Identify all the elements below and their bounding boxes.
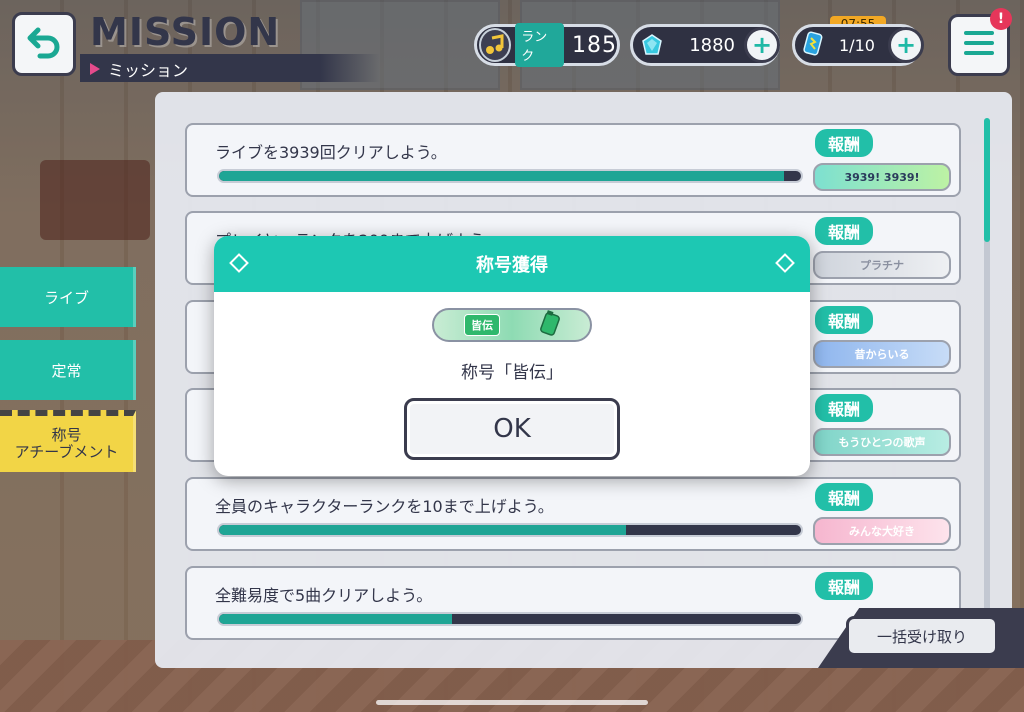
tab-title-achievement-label: 称号 アチーブメント [14,425,119,461]
page-subtitle-row: ミッション [90,57,188,81]
reward-label: 報酬 [815,306,873,334]
mission-progress-bar [217,169,803,183]
hamburger-icon [963,30,995,60]
tab-live-label: ライブ [43,288,89,307]
home-indicator[interactable] [376,700,648,705]
mission-item: ライブを3939回クリアしよう。 報酬 3939! 3939! [185,123,961,197]
scroll-thumb[interactable] [984,118,990,242]
tab-regular[interactable]: 定常 [0,340,136,400]
notification-badge: ! [990,8,1012,30]
triangle-icon [90,63,100,75]
progress-fill [219,614,452,624]
add-energy-button[interactable]: + [888,27,924,63]
title-plate: 皆伝 [432,308,592,342]
reward-title-badge[interactable]: プラチナ [813,251,951,279]
title-plate-tag: 皆伝 [464,314,500,336]
mission-item: 全難易度で5曲クリアしよう。 報酬 [185,566,961,640]
dialog-message: 称号「皆伝」 [461,363,563,383]
rank-label: ランク [515,23,564,67]
rank-display: ランク 185 [474,23,620,67]
reward-title-badge[interactable]: 3939! 3939! [813,163,951,191]
rank-value: 185 [572,32,617,58]
page-title: MISSION [90,10,281,54]
mission-text: 全難易度で5曲クリアしよう。 [215,586,433,605]
reward-label: 報酬 [815,572,873,600]
reward-title-badge[interactable]: もうひとつの歌声 [813,428,951,456]
progress-fill [219,525,627,535]
dialog-header: 称号獲得 [214,236,810,292]
energy-value: 1/10 [839,35,875,55]
crystal-value: 1880 [689,34,735,56]
plus-icon: + [895,31,917,59]
back-arrow-icon [24,22,64,66]
reward-title-badge[interactable]: 昔からいる [813,340,951,368]
page-subtitle: ミッション [108,61,189,80]
mission-progress-bar [217,523,803,537]
add-crystal-button[interactable]: + [744,27,780,63]
reward-label: 報酬 [815,394,873,422]
collect-all-button[interactable]: 一括受け取り [846,616,998,656]
reward-label: 報酬 [815,217,873,245]
reward-label: 報酬 [815,129,873,157]
music-note-icon [479,28,512,62]
mission-text: 全員のキャラクターランクを10まで上げよう。 [215,497,554,516]
back-button[interactable] [12,12,76,76]
energy-drink-icon [801,30,825,60]
progress-fill [219,171,784,181]
page-title-block: MISSION ミッション [80,10,380,82]
plus-icon: + [751,31,773,59]
tab-regular-label: 定常 [51,361,82,380]
mission-item: 全員のキャラクターランクを10まで上げよう。 報酬 みんな大好き [185,477,961,551]
title-acquired-dialog: 称号獲得 皆伝 称号「皆伝」 OK [214,236,810,476]
crystal-icon [641,34,663,56]
reward-title-badge[interactable]: みんな大好き [813,517,951,545]
reward-label: 報酬 [815,483,873,511]
ok-button[interactable]: OK [404,398,620,460]
tab-live[interactable]: ライブ [0,267,136,327]
mission-progress-bar [217,612,803,626]
mission-text: ライブを3939回クリアしよう。 [215,143,447,162]
mission-scrollbar[interactable] [984,118,990,618]
tab-title-achievement[interactable]: 称号 アチーブメント [0,410,136,472]
dialog-title: 称号獲得 [476,255,548,276]
battery-icon [540,310,560,340]
